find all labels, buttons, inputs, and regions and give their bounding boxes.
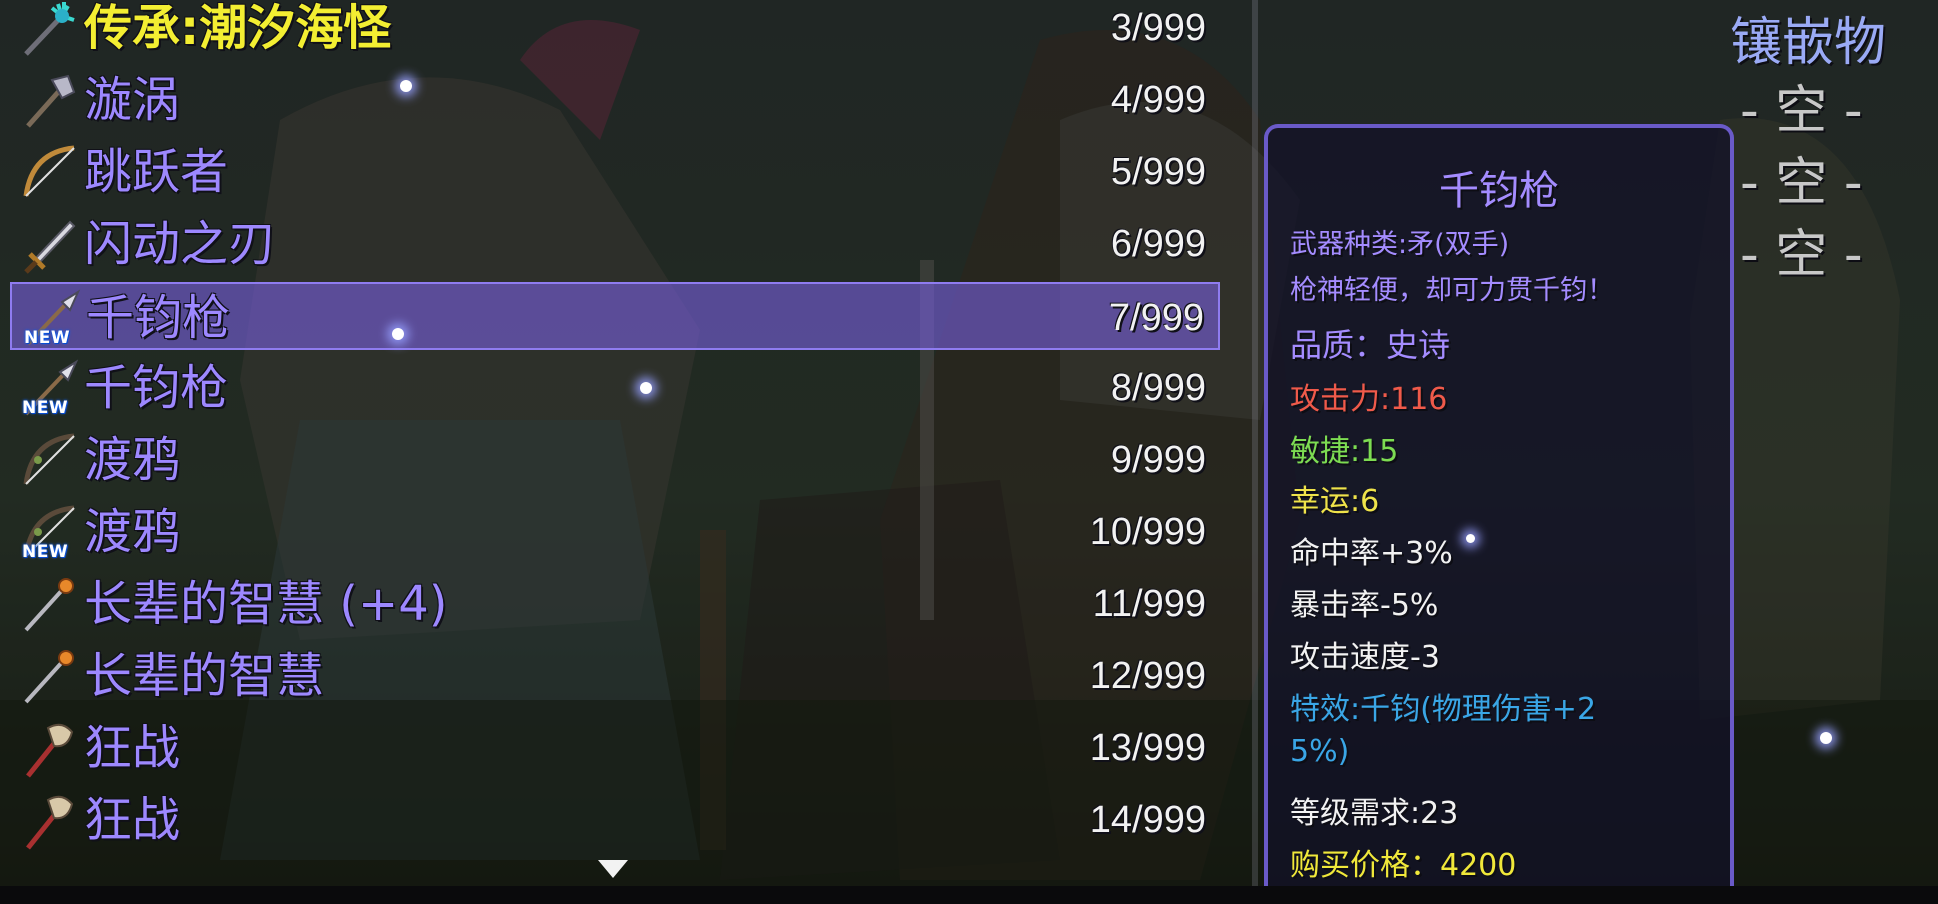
inventory-row[interactable]: 渡鸦 9/999: [10, 426, 1220, 494]
item-name: 长辈的智慧: [84, 648, 325, 704]
item-count: 14/999: [1089, 799, 1206, 841]
spear-icon: NEW: [20, 288, 82, 350]
level-requirement: 等级需求:23: [1290, 796, 1459, 831]
inventory-row[interactable]: 传承:潮汐海怪 3/999: [10, 0, 1220, 62]
item-count: 4/999: [1110, 79, 1206, 121]
item-count: 12/999: [1089, 655, 1206, 697]
sparkle-particle: [1820, 732, 1832, 744]
gem-slot[interactable]: - 空 -: [1740, 212, 1863, 287]
item-count: 11/999: [1092, 583, 1206, 625]
item-quality: 品质：史诗: [1290, 326, 1451, 364]
battle-axe-icon: [18, 718, 80, 780]
new-badge: NEW: [22, 398, 69, 418]
buy-price: 购买价格：4200: [1290, 848, 1517, 883]
item-name: 漩涡: [84, 72, 181, 128]
item-name: 狂战: [84, 792, 181, 848]
inventory-row[interactable]: 长辈的智慧 (+4) 11/999: [10, 570, 1220, 638]
item-name: 闪动之刃: [84, 216, 277, 272]
item-description: 枪神轻便，却可力贯千钧！: [1290, 275, 1614, 306]
crit-rate-stat: 暴击率-5%: [1290, 588, 1439, 623]
hit-rate-stat: 命中率+3%: [1290, 536, 1453, 571]
attack-stat: 攻击力:116: [1290, 382, 1448, 417]
inventory-row[interactable]: NEW 千钧枪 8/999: [10, 354, 1220, 422]
sparkle-particle: [400, 80, 412, 92]
scroll-down-arrow-icon[interactable]: [596, 858, 630, 880]
inventory-row[interactable]: 长辈的智慧 12/999: [10, 642, 1220, 710]
agility-stat: 敏捷:15: [1290, 434, 1399, 469]
staff-icon: [18, 574, 80, 636]
item-name: 传承:潮汐海怪: [84, 0, 392, 56]
trident-icon: [18, 0, 80, 60]
staff-icon: [18, 646, 80, 708]
bow-icon: [18, 430, 80, 492]
battle-axe-icon: [18, 790, 80, 852]
item-count: 13/999: [1089, 727, 1206, 769]
item-count: 5/999: [1110, 151, 1206, 193]
item-count: 7/999: [1108, 297, 1204, 339]
sparkle-particle: [640, 382, 652, 394]
item-name: 狂战: [84, 720, 181, 776]
weapon-type: 武器种类:矛(双手): [1290, 229, 1510, 260]
gem-slot[interactable]: - 空 -: [1740, 140, 1863, 215]
item-name: 跳跃者: [84, 144, 229, 200]
inventory-row[interactable]: NEW 渡鸦 10/999: [10, 498, 1220, 566]
item-detail-panel: 千钧枪 武器种类:矛(双手) 枪神轻便，却可力贯千钧！ 品质：史诗 攻击力:11…: [1264, 124, 1734, 904]
item-count: 3/999: [1110, 7, 1206, 49]
bow-icon: [18, 142, 80, 204]
bottom-bar: [0, 886, 1938, 904]
inventory-row[interactable]: 闪动之刃 6/999: [10, 210, 1220, 278]
item-count: 8/999: [1110, 367, 1206, 409]
axe-icon: [18, 70, 80, 132]
inventory-row[interactable]: 漩涡 4/999: [10, 66, 1220, 134]
luck-stat: 幸运:6: [1290, 484, 1380, 519]
item-name: 千钧枪: [84, 360, 229, 416]
item-count: 10/999: [1089, 511, 1206, 553]
bow-icon: NEW: [18, 502, 80, 564]
detail-title: 千钧枪: [1439, 168, 1559, 214]
inventory-row[interactable]: 跳跃者 5/999: [10, 138, 1220, 206]
inventory-row[interactable]: 狂战 13/999: [10, 714, 1220, 782]
item-count: 6/999: [1110, 223, 1206, 265]
item-name: 渡鸦: [84, 432, 181, 488]
sword-icon: [18, 214, 80, 276]
inventory-list: 传承:潮汐海怪 3/999 漩涡 4/999 跳跃者 5/999 闪动之刃 6/…: [10, 0, 1220, 860]
gem-slots-title: 镶嵌物: [1730, 13, 1887, 73]
sparkle-particle: [392, 328, 404, 340]
spear-icon: NEW: [18, 358, 80, 420]
item-name: 长辈的智慧 (+4): [84, 576, 448, 632]
special-effect-continued: 5%): [1290, 734, 1350, 769]
gem-slot[interactable]: - 空 -: [1740, 68, 1863, 143]
attack-speed-stat: 攻击速度-3: [1290, 640, 1440, 675]
new-badge: NEW: [24, 328, 71, 348]
item-name: 渡鸦: [84, 504, 181, 560]
sparkle-particle: [1466, 534, 1475, 543]
item-name: 千钧枪: [86, 290, 231, 346]
inventory-row-selected[interactable]: NEW 千钧枪 7/999: [10, 282, 1220, 350]
panel-divider: [1252, 0, 1258, 886]
item-count: 9/999: [1110, 439, 1206, 481]
new-badge: NEW: [22, 542, 69, 562]
special-effect: 特效:千钧(物理伤害+2: [1290, 692, 1597, 727]
inventory-row[interactable]: 狂战 14/999: [10, 786, 1220, 854]
